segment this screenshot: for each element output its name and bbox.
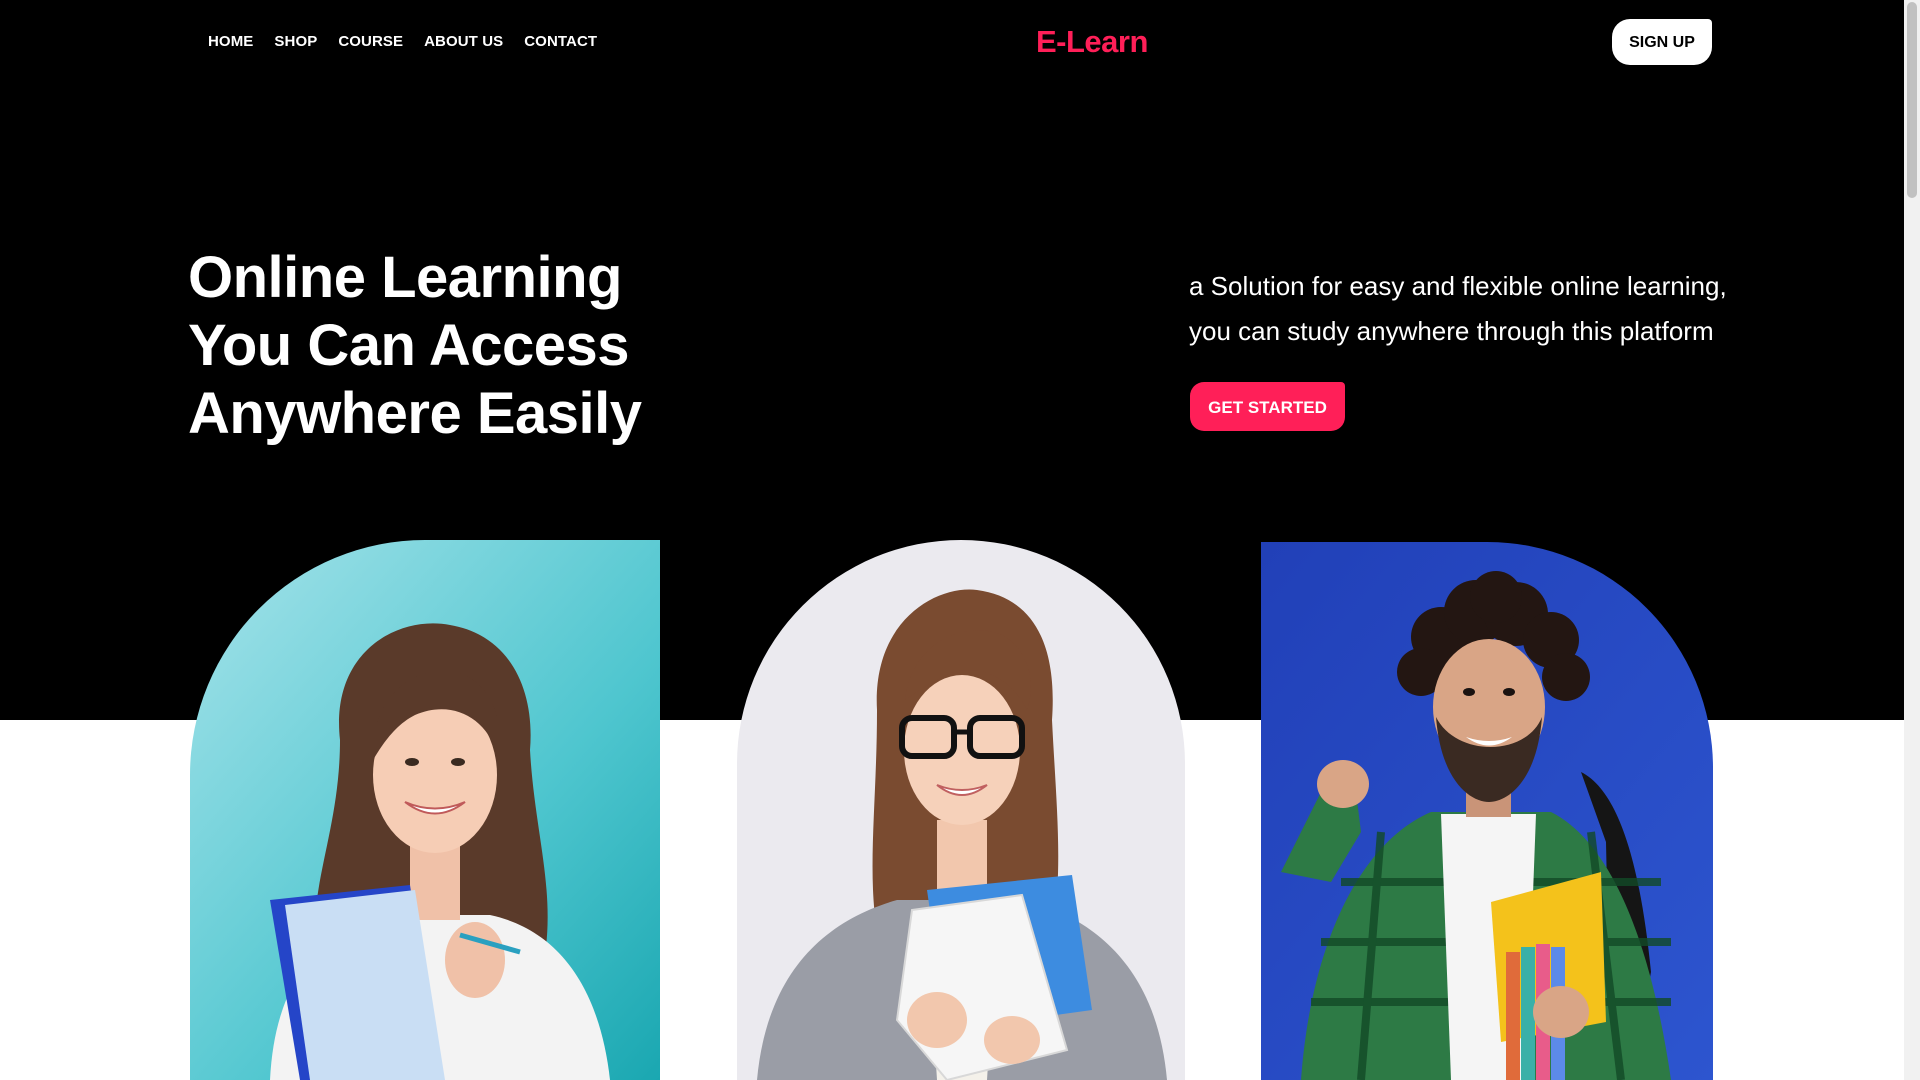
brand-logo[interactable]: E-Learn	[1036, 22, 1148, 62]
hero-description: a Solution for easy and flexible online …	[1189, 264, 1729, 354]
nav-item-home[interactable]: HOME	[208, 32, 253, 52]
student-photo-card-3	[1261, 542, 1713, 1080]
student-photo-card-2	[737, 540, 1185, 1080]
student-photo-man-with-backpack-icon	[1261, 542, 1713, 1080]
nav-item-about-us[interactable]: ABOUT US	[424, 32, 503, 52]
hero-headline-line-1: Online Learning	[188, 245, 622, 310]
main-nav: HOME SHOP COURSE ABOUT US CONTACT	[208, 32, 597, 52]
student-photo-woman-with-notebook-icon	[190, 540, 660, 1080]
page-scrollbar[interactable]	[1904, 0, 1920, 1080]
nav-item-course[interactable]: COURSE	[338, 32, 403, 52]
hero-description-line-2: you can study anywhere through this plat…	[1189, 316, 1714, 346]
hero-headline-line-3: Anywhere Easily	[188, 381, 642, 446]
nav-item-contact[interactable]: CONTACT	[524, 32, 597, 52]
hero-description-line-1: a Solution for easy and flexible online …	[1189, 271, 1727, 301]
sign-up-button[interactable]: SIGN UP	[1612, 19, 1712, 65]
student-photo-card-1	[190, 540, 660, 1080]
nav-item-shop[interactable]: SHOP	[274, 32, 317, 52]
hero-headline-line-2: You Can Access	[188, 313, 630, 378]
scrollbar-thumb[interactable]	[1907, 2, 1917, 198]
student-photo-woman-with-glasses-icon	[737, 540, 1185, 1080]
hero-headline: Online Learning You Can Access Anywhere …	[188, 244, 642, 448]
get-started-button[interactable]: GET STARTED	[1190, 382, 1345, 431]
